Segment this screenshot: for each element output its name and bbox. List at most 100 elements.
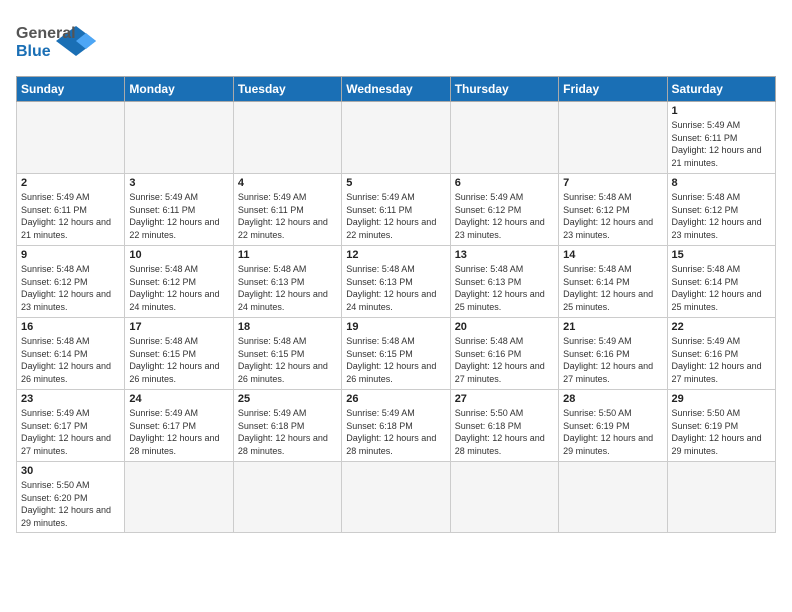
day-number: 17 — [129, 321, 228, 333]
calendar-cell — [667, 462, 775, 533]
calendar-cell: 20 Sunrise: 5:48 AMSunset: 6:16 PMDayligh… — [450, 318, 558, 390]
day-info: Sunrise: 5:48 AMSunset: 6:13 PMDaylight:… — [455, 263, 554, 313]
day-number: 23 — [21, 393, 120, 405]
day-info: Sunrise: 5:48 AMSunset: 6:15 PMDaylight:… — [346, 335, 445, 385]
day-info: Sunrise: 5:50 AMSunset: 6:20 PMDaylight:… — [21, 479, 120, 529]
calendar-cell: 19 Sunrise: 5:48 AMSunset: 6:15 PMDayligh… — [342, 318, 450, 390]
header: GeneralBlue — [16, 16, 776, 66]
week-row-0: 1Sunrise: 5:49 AMSunset: 6:11 PMDaylight… — [17, 102, 776, 174]
day-number: 29 — [672, 393, 771, 405]
weekday-header-monday: Monday — [125, 77, 233, 102]
day-info: Sunrise: 5:49 AMSunset: 6:18 PMDaylight:… — [346, 407, 445, 457]
weekday-header-row: SundayMondayTuesdayWednesdayThursdayFrid… — [17, 77, 776, 102]
day-number: 16 — [21, 321, 120, 333]
calendar-cell: 22Sunrise: 5:49 AMSunset: 6:16 PMDayligh… — [667, 318, 775, 390]
day-number: 15 — [672, 249, 771, 261]
calendar-cell — [125, 102, 233, 174]
day-info: Sunrise: 5:49 AMSunset: 6:12 PMDaylight:… — [455, 191, 554, 241]
day-info: Sunrise: 5:48 AMSunset: 6:16 PMDaylight:… — [455, 335, 554, 385]
page: GeneralBlue SundayMondayTuesdayWednesday… — [0, 0, 792, 612]
calendar-cell: 4 Sunrise: 5:49 AMSunset: 6:11 PMDaylight… — [233, 174, 341, 246]
calendar-cell — [450, 102, 558, 174]
calendar-cell — [233, 462, 341, 533]
day-info: Sunrise: 5:49 AMSunset: 6:11 PMDaylight:… — [129, 191, 228, 241]
week-row-3: 16Sunrise: 5:48 AMSunset: 6:14 PMDayligh… — [17, 318, 776, 390]
svg-text:Blue: Blue — [16, 43, 51, 60]
day-info: Sunrise: 5:49 AMSunset: 6:16 PMDaylight:… — [672, 335, 771, 385]
day-number: 21 — [563, 321, 662, 333]
day-number: 25 — [238, 393, 337, 405]
day-info: Sunrise: 5:48 AMSunset: 6:13 PMDaylight:… — [346, 263, 445, 313]
calendar-cell: 24Sunrise: 5:49 AMSunset: 6:17 PMDayligh… — [125, 390, 233, 462]
day-number: 10 — [129, 249, 228, 261]
day-info: Sunrise: 5:48 AMSunset: 6:12 PMDaylight:… — [129, 263, 228, 313]
weekday-header-friday: Friday — [559, 77, 667, 102]
day-info: Sunrise: 5:49 AMSunset: 6:17 PMDaylight:… — [21, 407, 120, 457]
day-number: 28 — [563, 393, 662, 405]
day-number: 3 — [129, 177, 228, 189]
day-info: Sunrise: 5:49 AMSunset: 6:11 PMDaylight:… — [346, 191, 445, 241]
calendar-cell: 9Sunrise: 5:48 AMSunset: 6:12 PMDaylight… — [17, 246, 125, 318]
day-info: Sunrise: 5:49 AMSunset: 6:11 PMDaylight:… — [21, 191, 120, 241]
calendar: SundayMondayTuesdayWednesdayThursdayFrid… — [16, 76, 776, 533]
weekday-header-tuesday: Tuesday — [233, 77, 341, 102]
calendar-cell: 16Sunrise: 5:48 AMSunset: 6:14 PMDayligh… — [17, 318, 125, 390]
day-number: 13 — [455, 249, 554, 261]
day-number: 18 — [238, 321, 337, 333]
day-number: 20 — [455, 321, 554, 333]
calendar-cell: 29 Sunrise: 5:50 AMSunset: 6:19 PMDayligh… — [667, 390, 775, 462]
day-info: Sunrise: 5:50 AMSunset: 6:19 PMDaylight:… — [563, 407, 662, 457]
calendar-cell — [559, 102, 667, 174]
day-number: 1 — [672, 105, 771, 117]
day-info: Sunrise: 5:48 AMSunset: 6:15 PMDaylight:… — [238, 335, 337, 385]
week-row-4: 23 Sunrise: 5:49 AMSunset: 6:17 PMDayligh… — [17, 390, 776, 462]
logo: GeneralBlue — [16, 16, 96, 66]
calendar-cell: 12 Sunrise: 5:48 AMSunset: 6:13 PMDayligh… — [342, 246, 450, 318]
calendar-cell: 2 Sunrise: 5:49 AMSunset: 6:11 PMDaylight… — [17, 174, 125, 246]
calendar-cell — [450, 462, 558, 533]
day-number: 2 — [21, 177, 120, 189]
day-info: Sunrise: 5:48 AMSunset: 6:14 PMDaylight:… — [563, 263, 662, 313]
day-info: Sunrise: 5:49 AMSunset: 6:18 PMDaylight:… — [238, 407, 337, 457]
day-info: Sunrise: 5:49 AMSunset: 6:11 PMDaylight:… — [238, 191, 337, 241]
calendar-cell — [125, 462, 233, 533]
day-info: Sunrise: 5:48 AMSunset: 6:15 PMDaylight:… — [129, 335, 228, 385]
day-number: 11 — [238, 249, 337, 261]
day-info: Sunrise: 5:49 AMSunset: 6:16 PMDaylight:… — [563, 335, 662, 385]
calendar-cell: 8 Sunrise: 5:48 AMSunset: 6:12 PMDaylight… — [667, 174, 775, 246]
day-info: Sunrise: 5:48 AMSunset: 6:12 PMDaylight:… — [563, 191, 662, 241]
day-number: 4 — [238, 177, 337, 189]
day-number: 5 — [346, 177, 445, 189]
day-info: Sunrise: 5:48 AMSunset: 6:14 PMDaylight:… — [672, 263, 771, 313]
day-info: Sunrise: 5:50 AMSunset: 6:19 PMDaylight:… — [672, 407, 771, 457]
weekday-header-saturday: Saturday — [667, 77, 775, 102]
day-info: Sunrise: 5:48 AMSunset: 6:13 PMDaylight:… — [238, 263, 337, 313]
calendar-cell: 13 Sunrise: 5:48 AMSunset: 6:13 PMDayligh… — [450, 246, 558, 318]
day-number: 6 — [455, 177, 554, 189]
day-number: 8 — [672, 177, 771, 189]
calendar-cell: 11 Sunrise: 5:48 AMSunset: 6:13 PMDayligh… — [233, 246, 341, 318]
day-info: Sunrise: 5:48 AMSunset: 6:12 PMDaylight:… — [672, 191, 771, 241]
calendar-cell: 7 Sunrise: 5:48 AMSunset: 6:12 PMDaylight… — [559, 174, 667, 246]
calendar-cell: 17 Sunrise: 5:48 AMSunset: 6:15 PMDayligh… — [125, 318, 233, 390]
calendar-cell: 1Sunrise: 5:49 AMSunset: 6:11 PMDaylight… — [667, 102, 775, 174]
calendar-cell: 10 Sunrise: 5:48 AMSunset: 6:12 PMDayligh… — [125, 246, 233, 318]
day-number: 26 — [346, 393, 445, 405]
calendar-cell: 14Sunrise: 5:48 AMSunset: 6:14 PMDayligh… — [559, 246, 667, 318]
day-info: Sunrise: 5:49 AMSunset: 6:17 PMDaylight:… — [129, 407, 228, 457]
calendar-cell — [17, 102, 125, 174]
calendar-cell: 26 Sunrise: 5:49 AMSunset: 6:18 PMDayligh… — [342, 390, 450, 462]
calendar-cell: 23 Sunrise: 5:49 AMSunset: 6:17 PMDayligh… — [17, 390, 125, 462]
calendar-cell: 6 Sunrise: 5:49 AMSunset: 6:12 PMDaylight… — [450, 174, 558, 246]
day-number: 12 — [346, 249, 445, 261]
day-number: 30 — [21, 465, 120, 477]
week-row-2: 9Sunrise: 5:48 AMSunset: 6:12 PMDaylight… — [17, 246, 776, 318]
calendar-cell: 3 Sunrise: 5:49 AMSunset: 6:11 PMDaylight… — [125, 174, 233, 246]
week-row-5: 30 Sunrise: 5:50 AMSunset: 6:20 PMDayligh… — [17, 462, 776, 533]
logo-graphic: GeneralBlue — [16, 16, 96, 66]
calendar-cell — [233, 102, 341, 174]
day-number: 19 — [346, 321, 445, 333]
day-number: 7 — [563, 177, 662, 189]
week-row-1: 2 Sunrise: 5:49 AMSunset: 6:11 PMDaylight… — [17, 174, 776, 246]
weekday-header-sunday: Sunday — [17, 77, 125, 102]
